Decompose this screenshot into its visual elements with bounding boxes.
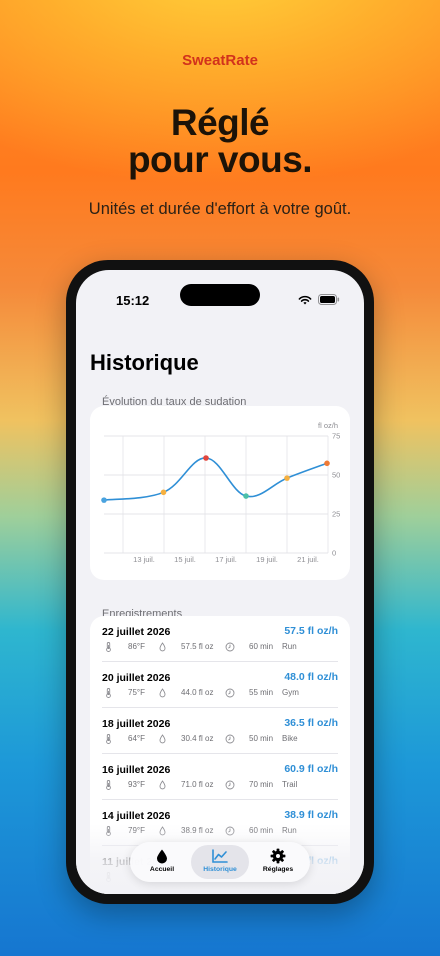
x-tick-label: 17 juil. (215, 555, 237, 564)
record-row[interactable]: 18 juillet 2026 36.5 fl oz/h 64°F 30.4 fl o… (102, 708, 338, 754)
x-tick-label: 19 juil. (256, 555, 278, 564)
record-duration: 70 min (249, 780, 274, 789)
tab-bar: Accueil Historique Réglages (130, 842, 310, 882)
drop-icon (159, 780, 166, 792)
dynamic-island (180, 284, 260, 306)
phone-screen: 15:12 Historique Évolution du taux de su… (76, 270, 364, 894)
record-row[interactable]: 20 juillet 2026 48.0 fl oz/h 75°F 44.0 fl o… (102, 662, 338, 708)
record-rate: 60.9 fl oz/h (284, 763, 338, 775)
status-icons (298, 294, 340, 305)
tab-label: Accueil (149, 866, 175, 873)
gear-icon (270, 848, 286, 864)
record-temp: 75°F (128, 688, 145, 697)
record-volume: 71.0 fl oz (181, 780, 214, 789)
record-activity: Bike (282, 734, 298, 743)
hero-title: Réglé pour vous. (0, 104, 440, 178)
y-tick-label: 25 (332, 510, 340, 519)
record-date: 16 juillet 2026 (102, 764, 171, 776)
battery-icon (318, 294, 340, 305)
data-point (160, 489, 167, 496)
record-temp: 93°F (128, 780, 145, 789)
record-rate: 38.9 fl oz/h (284, 809, 338, 821)
record-activity: Gym (282, 688, 299, 697)
record-rate: 36.5 fl oz/h (284, 717, 338, 729)
thermometer-icon (105, 734, 112, 746)
data-point (101, 497, 107, 503)
hero-line-2: pour vous. (127, 139, 313, 180)
clock-icon (225, 642, 235, 654)
status-time: 15:12 (116, 293, 150, 308)
record-volume: 57.5 fl oz (181, 642, 214, 651)
sweat-rate-chart: 0 25 50 75 13 juil. 15 juil. 17 juil. 19 juil. 2… (101, 421, 340, 564)
drop-icon (159, 734, 166, 746)
record-row[interactable]: 22 juillet 2026 57.5 fl oz/h 86°F 57.5 fl o… (102, 616, 338, 662)
tab-label: Réglages (262, 866, 294, 873)
clock-icon (225, 688, 235, 700)
record-duration: 60 min (249, 642, 274, 651)
tab-label: Historique (203, 866, 237, 873)
tab-historique[interactable]: Historique (191, 845, 249, 879)
data-point (203, 455, 209, 461)
record-duration: 55 min (249, 688, 274, 697)
record-temp: 86°F (128, 642, 145, 651)
record-volume: 30.4 fl oz (181, 734, 214, 743)
record-volume: 44.0 fl oz (181, 688, 214, 697)
brand-label: SweatRate (182, 52, 258, 69)
hero-line-1: Réglé (170, 102, 270, 143)
y-tick-label: 50 (332, 471, 340, 480)
y-tick-label: 0 (332, 549, 336, 558)
phone-frame: 15:12 Historique Évolution du taux de su… (66, 260, 374, 904)
y-axis-label: fl oz/h (318, 421, 338, 430)
record-duration: 50 min (249, 734, 274, 743)
chart-card: 0 25 50 75 13 juil. 15 juil. 17 juil. 19 juil. 2… (90, 406, 350, 580)
record-date: 14 juillet 2026 (102, 810, 171, 822)
x-tick-label: 13 juil. (133, 555, 155, 564)
tab-accueil[interactable]: Accueil (133, 845, 191, 879)
tab-reglages[interactable]: Réglages (249, 845, 307, 879)
series-line (103, 457, 328, 501)
record-activity: Trail (282, 780, 298, 789)
thermometer-icon (105, 780, 112, 792)
thermometer-icon (105, 642, 112, 654)
hero-subtitle: Unités et durée d'effort à votre goût. (88, 200, 352, 218)
thermometer-icon (105, 688, 112, 700)
drop-icon (159, 688, 166, 700)
record-rate: 57.5 fl oz/h (284, 625, 338, 637)
y-tick-label: 75 (332, 432, 340, 441)
data-point (324, 460, 330, 467)
record-activity: Run (282, 642, 297, 651)
clock-icon (225, 734, 235, 746)
record-temp: 64°F (128, 734, 145, 743)
record-rate: 48.0 fl oz/h (284, 671, 338, 683)
drop-icon (157, 849, 167, 864)
record-date: 22 juillet 2026 (102, 626, 171, 638)
record-row[interactable]: 16 juillet 2026 60.9 fl oz/h 93°F 71.0 fl o… (102, 754, 338, 800)
clock-icon (225, 780, 235, 792)
data-point (284, 475, 290, 481)
record-date: 20 juillet 2026 (102, 672, 171, 684)
drop-icon (159, 642, 166, 654)
wifi-icon (298, 295, 312, 304)
record-date: 18 juillet 2026 (102, 718, 171, 730)
page-title: Historique (90, 350, 199, 375)
data-point (243, 493, 249, 499)
chart-icon (212, 849, 228, 863)
x-tick-label: 21 juil. (297, 555, 319, 564)
x-tick-label: 15 juil. (174, 555, 196, 564)
